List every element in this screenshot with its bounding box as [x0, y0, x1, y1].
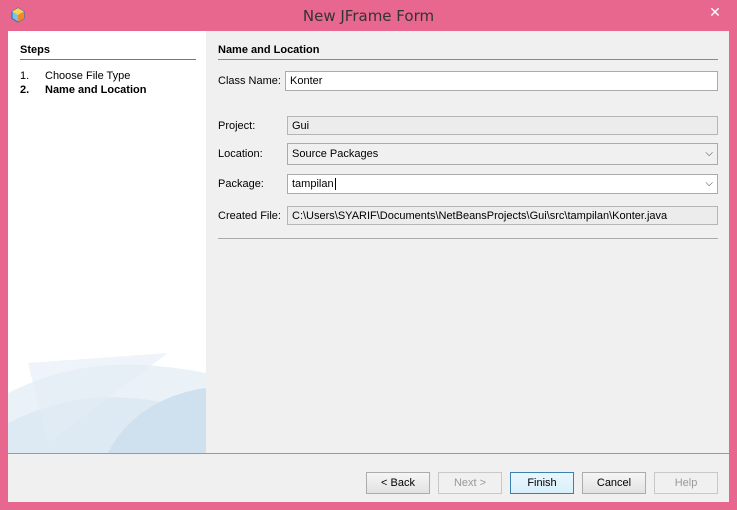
cancel-button[interactable]: Cancel [582, 472, 646, 494]
location-label: Location: [218, 148, 263, 160]
window-title: New JFrame Form [302, 7, 435, 25]
finish-button[interactable]: Finish [510, 472, 574, 494]
steps-panel: Steps 1. Choose File Type 2. Name and Loca… [8, 31, 206, 453]
step-number: 2. [20, 84, 30, 96]
package-value[interactable]: tampilan [292, 178, 334, 190]
step-label: Choose File Type [45, 70, 131, 82]
location-value: Source Packages [292, 148, 379, 160]
close-icon[interactable]: ✕ [699, 1, 731, 23]
project-label: Project: [218, 120, 256, 132]
section-divider [218, 59, 718, 60]
title-bar[interactable]: New JFrame Form ✕ [0, 0, 737, 30]
chevron-down-icon[interactable]: ⌵ [705, 148, 713, 160]
help-button[interactable]: Help [654, 472, 718, 494]
window-frame: New JFrame Form ✕ Steps 1. Choose File Ty… [0, 0, 737, 510]
steps-heading: Steps [20, 44, 50, 56]
steps-divider [20, 59, 196, 60]
chevron-down-icon[interactable]: ⌵ [705, 178, 713, 190]
text-caret [334, 178, 336, 191]
created-file-label: Created File: [218, 210, 281, 222]
form-panel: Name and Location Class Name: Konter Pro… [207, 31, 729, 453]
class-name-label: Class Name: [218, 75, 281, 87]
step-choose-file-type: 1. Choose File Type [20, 70, 130, 82]
button-bar-divider [8, 453, 729, 454]
package-combobox[interactable]: tampilan ⌵ [287, 174, 718, 194]
created-file-field: C:\Users\SYARIF\Documents\NetBeansProjec… [287, 206, 718, 225]
class-name-input[interactable]: Konter [285, 71, 718, 91]
step-name-and-location: 2. Name and Location [20, 84, 146, 96]
decorative-swoosh [8, 353, 206, 453]
dialog-body: Steps 1. Choose File Type 2. Name and Loca… [8, 31, 729, 502]
location-dropdown[interactable]: Source Packages ⌵ [287, 143, 718, 165]
step-label: Name and Location [45, 84, 147, 96]
back-button[interactable]: < Back [366, 472, 430, 494]
package-label: Package: [218, 178, 264, 190]
project-field: Gui [287, 116, 718, 135]
section-title: Name and Location [218, 44, 320, 56]
next-button[interactable]: Next > [438, 472, 502, 494]
step-number: 1. [20, 70, 30, 82]
content-divider [218, 238, 718, 239]
